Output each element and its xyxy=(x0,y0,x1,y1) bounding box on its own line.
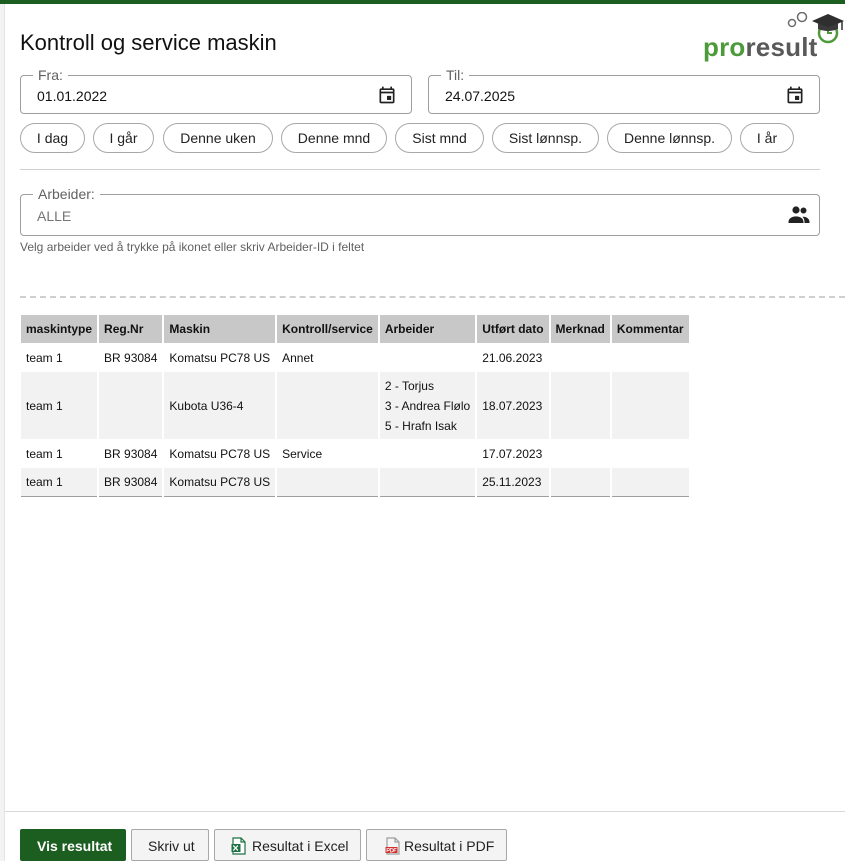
print-button[interactable]: Skriv ut xyxy=(131,829,209,861)
action-bar-separator xyxy=(5,811,845,812)
proresult-logo: proresult xyxy=(700,12,845,64)
table-row[interactable]: team 1 BR 93084 Komatsu PC78 US Service … xyxy=(21,439,691,468)
preset-last-month-chip[interactable]: Sist mnd xyxy=(395,123,484,153)
cell-kommentar xyxy=(610,343,691,372)
cell-maskin: Komatsu PC78 US xyxy=(163,343,278,372)
cell-kontroll: Service xyxy=(276,439,380,468)
cell-dato: 25.11.2023 xyxy=(476,468,551,497)
left-frame-border xyxy=(0,4,5,861)
logo-text-pro: pro xyxy=(703,32,746,62)
cell-maskintype: team 1 xyxy=(21,372,100,439)
worker-entry: 5 - Hrafn Isak xyxy=(384,418,457,433)
cell-arbeider: 2 - Torjus 3 - Andrea Flølo 5 - Hrafn Is… xyxy=(378,372,478,439)
cell-arbeider xyxy=(378,343,478,372)
cell-kontroll xyxy=(276,468,380,497)
logo-wordmark: proresult xyxy=(703,32,818,63)
cell-maskintype: team 1 xyxy=(21,439,100,468)
pdf-export-label: Resultat i PDF xyxy=(404,838,495,854)
pdf-file-icon xyxy=(385,837,400,855)
preset-this-month-chip[interactable]: Denne mnd xyxy=(281,123,387,153)
preset-this-payperiod-chip[interactable]: Denne lønnsp. xyxy=(607,123,732,153)
column-header[interactable]: Kommentar xyxy=(610,315,691,343)
table-row[interactable]: team 1 BR 93084 Komatsu PC78 US Annet 21… xyxy=(21,343,691,372)
worker-helper-text: Velg arbeider ved å trykke på ikonet ell… xyxy=(20,240,365,254)
cell-kommentar xyxy=(610,439,691,468)
calendar-icon[interactable] xyxy=(785,85,805,105)
cell-regnr xyxy=(98,372,165,439)
top-accent-bar xyxy=(0,0,845,4)
cell-dato: 18.07.2023 xyxy=(476,372,551,439)
to-date-label: Til: xyxy=(441,67,470,83)
pdf-export-button[interactable]: Resultat i PDF xyxy=(366,829,507,861)
cell-kommentar xyxy=(610,372,691,439)
preset-this-year-chip[interactable]: I år xyxy=(740,123,794,153)
column-header[interactable]: Kontroll/service xyxy=(276,315,380,343)
worker-entry: 2 - Torjus xyxy=(384,378,434,393)
worker-entry: 3 - Andrea Flølo xyxy=(384,398,471,413)
worker-value[interactable]: ALLE xyxy=(37,208,71,224)
results-dashed-separator xyxy=(20,296,845,298)
to-date-field[interactable]: Til: 24.07.2025 xyxy=(428,67,820,114)
cell-maskin: Komatsu PC78 US xyxy=(163,468,278,497)
cell-kontroll: Annet xyxy=(276,343,380,372)
page-title: Kontroll og service maskin xyxy=(20,30,277,55)
column-header[interactable]: maskintype xyxy=(21,315,100,343)
from-date-value[interactable]: 01.01.2022 xyxy=(37,88,107,104)
cell-regnr: BR 93084 xyxy=(98,343,165,372)
column-header[interactable]: Maskin xyxy=(163,315,278,343)
cell-merknad xyxy=(549,343,612,372)
column-header[interactable]: Merknad xyxy=(549,315,612,343)
to-date-value[interactable]: 24.07.2025 xyxy=(445,88,515,104)
table-row[interactable]: team 1 BR 93084 Komatsu PC78 US 25.11.20… xyxy=(21,468,691,497)
cell-kommentar xyxy=(610,468,691,497)
preset-this-week-chip[interactable]: Denne uken xyxy=(163,123,273,153)
column-header[interactable]: Arbeider xyxy=(378,315,478,343)
excel-export-label: Resultat i Excel xyxy=(252,838,349,854)
table-header-row: maskintype Reg.Nr Maskin Kontroll/servic… xyxy=(21,315,691,343)
column-header[interactable]: Utført dato xyxy=(476,315,551,343)
cell-maskin: Komatsu PC78 US xyxy=(163,439,278,468)
cell-maskintype: team 1 xyxy=(21,468,100,497)
cell-merknad xyxy=(549,372,612,439)
results-table: maskintype Reg.Nr Maskin Kontroll/servic… xyxy=(21,315,691,497)
cell-regnr: BR 93084 xyxy=(98,468,165,497)
from-date-field[interactable]: Fra: 01.01.2022 xyxy=(20,67,412,114)
from-date-label: Fra: xyxy=(33,67,68,83)
preset-yesterday-chip[interactable]: I går xyxy=(93,123,154,153)
cell-kontroll xyxy=(276,372,380,439)
cell-maskin: Kubota U36-4 xyxy=(163,372,278,439)
preset-last-payperiod-chip[interactable]: Sist lønnsp. xyxy=(492,123,599,153)
worker-field[interactable]: Arbeider: ALLE xyxy=(20,186,820,236)
cell-maskintype: team 1 xyxy=(21,343,100,372)
worker-label: Arbeider: xyxy=(33,186,100,202)
cell-merknad xyxy=(549,468,612,497)
calendar-icon[interactable] xyxy=(377,85,397,105)
print-label: Skriv ut xyxy=(148,838,195,854)
people-icon[interactable] xyxy=(787,205,811,225)
section-divider xyxy=(20,169,820,170)
column-header[interactable]: Reg.Nr xyxy=(98,315,165,343)
show-results-button[interactable]: Vis resultat xyxy=(20,829,126,861)
cell-regnr: BR 93084 xyxy=(98,439,165,468)
cell-arbeider xyxy=(378,468,478,497)
cell-dato: 17.07.2023 xyxy=(476,439,551,468)
show-results-label: Vis resultat xyxy=(37,838,113,854)
preset-today-chip[interactable]: I dag xyxy=(20,123,85,153)
cell-merknad xyxy=(549,439,612,468)
excel-file-icon xyxy=(231,837,246,855)
cell-dato: 21.06.2023 xyxy=(476,343,551,372)
excel-export-button[interactable]: Resultat i Excel xyxy=(214,829,361,861)
table-row[interactable]: team 1 Kubota U36-4 2 - Torjus 3 - Andre… xyxy=(21,372,691,439)
logo-text-result: result xyxy=(745,32,818,62)
cell-arbeider xyxy=(378,439,478,468)
